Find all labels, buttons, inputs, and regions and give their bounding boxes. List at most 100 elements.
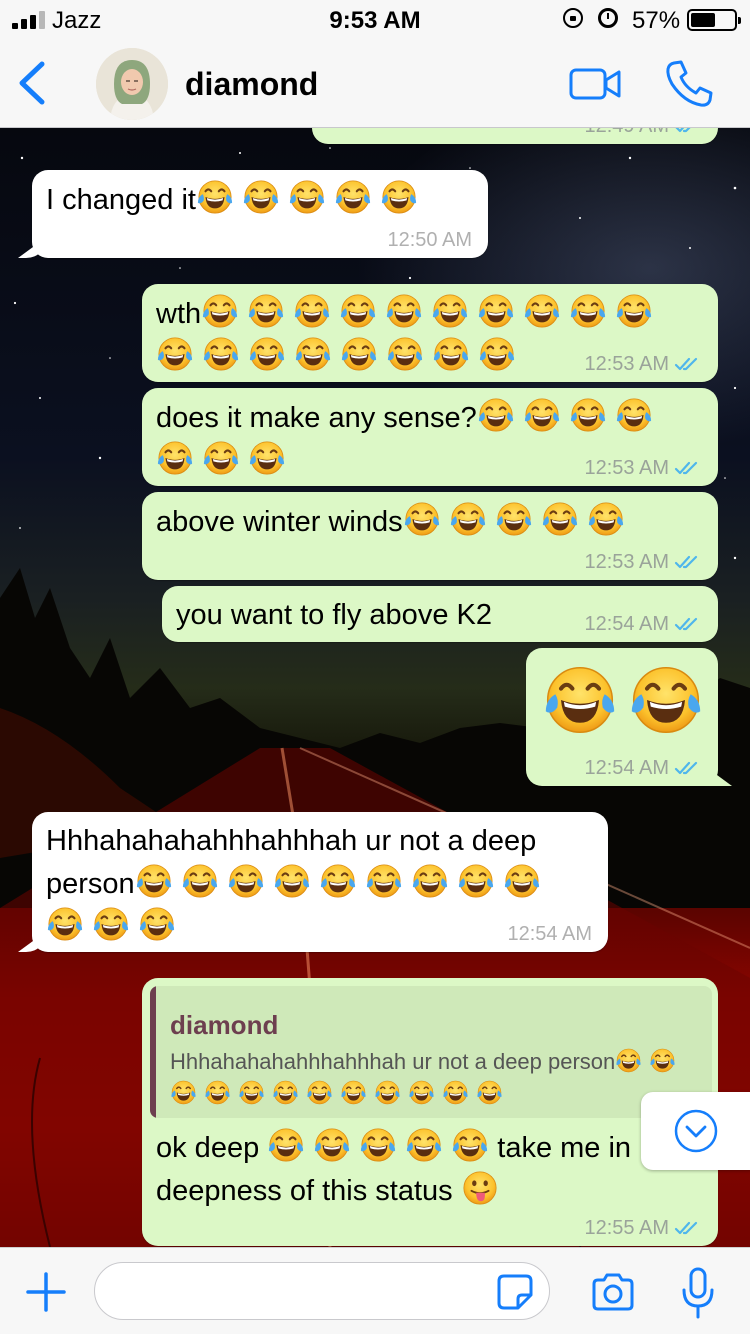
chat-header: diamond xyxy=(0,40,750,128)
tears-of-joy-emoji xyxy=(408,1079,435,1106)
message-input[interactable] xyxy=(94,1262,550,1320)
tears-of-joy-emoji xyxy=(380,178,418,216)
alarm-icon xyxy=(598,8,618,28)
camera-icon[interactable] xyxy=(590,1272,636,1312)
message-bubble-incoming[interactable]: I changed it 12:50 AM xyxy=(32,170,488,258)
message-meta: 12:53 AM xyxy=(584,550,702,574)
message-bubble-outgoing[interactable]: you want to fly above K2 12:54 AM xyxy=(162,586,718,642)
tears-of-joy-emoji xyxy=(247,292,285,330)
tears-of-joy-emoji xyxy=(615,396,653,434)
message-meta: 12:54 AM xyxy=(584,612,702,636)
tongue-out-emoji xyxy=(461,1169,499,1207)
message-bubble-outgoing[interactable]: above winter winds 12:53 AM xyxy=(142,492,718,580)
tears-of-joy-emoji xyxy=(138,905,176,943)
status-bar: Jazz 9:53 AM 57% xyxy=(0,0,750,40)
tears-of-joy-emoji xyxy=(135,862,173,900)
tears-of-joy-emoji xyxy=(340,1079,367,1106)
sticker-icon[interactable] xyxy=(496,1273,534,1311)
read-receipt-icon xyxy=(674,1219,702,1237)
tears-of-joy-emoji xyxy=(628,662,704,738)
tears-of-joy-emoji xyxy=(365,862,403,900)
tears-of-joy-emoji xyxy=(374,1079,401,1106)
tears-of-joy-emoji xyxy=(503,862,541,900)
microphone-icon[interactable] xyxy=(680,1266,716,1320)
message-meta: 12:55 AM xyxy=(584,1216,702,1240)
message-bubble-outgoing-reply[interactable]: diamond Hhhahahahahhhahhhah ur not a dee… xyxy=(142,978,718,1246)
tears-of-joy-emoji xyxy=(46,905,84,943)
message-meta: 12:54 AM xyxy=(507,922,592,946)
tears-of-joy-emoji xyxy=(319,862,357,900)
message-emoji-jumbo xyxy=(542,662,714,743)
tears-of-joy-emoji xyxy=(202,439,240,477)
message-meta: 12:53 AM xyxy=(584,352,702,376)
tears-of-joy-emoji xyxy=(615,1047,642,1074)
battery-level-fill xyxy=(691,13,715,27)
tears-of-joy-emoji xyxy=(569,396,607,434)
tears-of-joy-emoji xyxy=(478,335,516,373)
contact-name[interactable]: diamond xyxy=(185,66,318,103)
message-meta: 12:53 AM xyxy=(584,456,702,480)
tears-of-joy-emoji xyxy=(411,862,449,900)
tears-of-joy-emoji xyxy=(495,500,533,538)
message-text: above winter winds xyxy=(156,500,633,543)
chat-area[interactable]: 12:49 AM I changed it 12:50 AM wth 12:53… xyxy=(0,128,750,1247)
tears-of-joy-emoji xyxy=(242,178,280,216)
tears-of-joy-emoji xyxy=(405,1126,443,1164)
tears-of-joy-emoji xyxy=(385,292,423,330)
message-time: 12:49 AM xyxy=(584,128,669,138)
message-text: I changed it xyxy=(46,178,426,221)
chevron-down-circle-icon xyxy=(674,1109,718,1153)
avatar[interactable] xyxy=(96,48,168,120)
quoted-message[interactable]: diamond Hhhahahahahhhahhhah ur not a dee… xyxy=(150,986,712,1118)
scroll-to-bottom-button[interactable] xyxy=(641,1092,750,1170)
tears-of-joy-emoji xyxy=(477,396,515,434)
tears-of-joy-emoji xyxy=(202,335,240,373)
tears-of-joy-emoji xyxy=(523,396,561,434)
message-meta: 12:54 AM xyxy=(584,756,702,780)
read-receipt-icon xyxy=(674,615,702,633)
read-receipt-icon xyxy=(674,355,702,373)
tears-of-joy-emoji xyxy=(248,439,286,477)
tears-of-joy-emoji xyxy=(542,662,618,738)
read-receipt-icon xyxy=(674,128,702,135)
tears-of-joy-emoji xyxy=(431,292,469,330)
message-time: 12:50 AM xyxy=(387,229,472,251)
tears-of-joy-emoji xyxy=(476,1079,503,1106)
message-bubble-outgoing[interactable]: 12:54 AM xyxy=(526,648,718,786)
message-meta: 12:49 AM xyxy=(584,128,702,138)
message-bubble-incoming[interactable]: Hhhahahahahhhahhhah ur not a deep person… xyxy=(32,812,608,952)
quote-accent-bar xyxy=(150,986,156,1118)
message-time: 12:55 AM xyxy=(584,1217,669,1239)
message-bubble-outgoing[interactable]: does it make any sense? 12:53 AM xyxy=(142,388,718,486)
message-time: 12:53 AM xyxy=(584,457,669,479)
plus-icon[interactable] xyxy=(24,1270,68,1314)
tears-of-joy-emoji xyxy=(340,335,378,373)
tears-of-joy-emoji xyxy=(248,335,286,373)
message-bubble-outgoing[interactable]: 12:49 AM xyxy=(312,128,718,144)
tears-of-joy-emoji xyxy=(267,1126,305,1164)
tears-of-joy-emoji xyxy=(432,335,470,373)
tears-of-joy-emoji xyxy=(156,439,194,477)
phone-icon[interactable] xyxy=(664,58,716,110)
video-camera-icon[interactable] xyxy=(568,64,624,104)
tears-of-joy-emoji xyxy=(541,500,579,538)
message-bubble-outgoing[interactable]: wth 12:53 AM xyxy=(142,284,718,382)
tears-of-joy-emoji xyxy=(156,335,194,373)
tears-of-joy-emoji xyxy=(313,1126,351,1164)
tears-of-joy-emoji xyxy=(204,1079,231,1106)
tears-of-joy-emoji xyxy=(273,862,311,900)
tears-of-joy-emoji xyxy=(649,1047,676,1074)
battery-icon xyxy=(687,9,741,31)
tears-of-joy-emoji xyxy=(294,335,332,373)
message-text: ok deep take me in deepness of this stat… xyxy=(156,1126,701,1212)
rotation-lock-icon xyxy=(563,8,583,28)
tears-of-joy-emoji xyxy=(238,1079,265,1106)
tears-of-joy-emoji xyxy=(403,500,441,538)
tears-of-joy-emoji xyxy=(339,292,377,330)
quoted-text: Hhhahahahahhhahhhah ur not a deep person xyxy=(170,1046,710,1110)
message-text: you want to fly above K2 xyxy=(176,599,492,631)
chevron-left-icon[interactable] xyxy=(14,60,54,106)
tears-of-joy-emoji xyxy=(293,292,331,330)
tears-of-joy-emoji xyxy=(477,292,515,330)
message-time: 12:54 AM xyxy=(584,613,669,635)
